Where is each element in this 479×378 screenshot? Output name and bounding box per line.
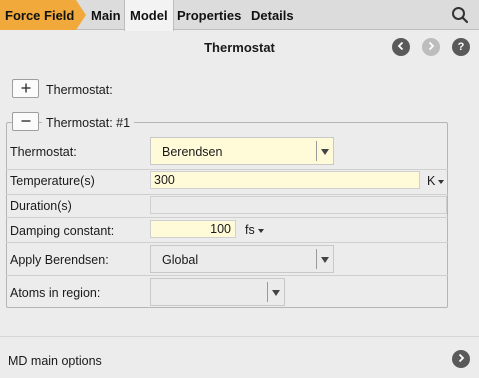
md-main-options-label: MD main options [8, 354, 102, 368]
add-thermostat-button[interactable] [12, 79, 39, 98]
chevron-right-icon [426, 40, 436, 54]
chevron-left-icon [396, 40, 406, 54]
damping-unit: fs [245, 223, 255, 237]
divider [6, 242, 448, 243]
atoms-in-region-select[interactable] [150, 278, 285, 306]
back-button[interactable] [392, 38, 410, 56]
add-thermostat-label: Thermostat: [46, 83, 113, 97]
search-icon[interactable] [451, 6, 469, 24]
thermostat-type-label: Thermostat: [10, 145, 77, 159]
temperature-unit-select[interactable]: K [427, 174, 445, 188]
top-tab-bar: Force Field Main Model Properties Detail… [0, 0, 479, 31]
thermostat-type-select[interactable]: Berendsen [150, 137, 334, 165]
chevron-down-icon [272, 290, 280, 296]
chevron-right-icon [456, 352, 466, 366]
question-icon: ? [456, 40, 466, 55]
apply-berendsen-label: Apply Berendsen: [10, 253, 109, 267]
thermostat-group-title: Thermostat: #1 [42, 116, 135, 130]
divider [6, 169, 448, 170]
tab-force-field[interactable]: Force Field [0, 0, 86, 30]
thermostat-type-value: Berendsen [162, 145, 223, 159]
chevron-down-icon [321, 149, 329, 155]
divider [6, 275, 448, 276]
chevron-down-icon [257, 228, 264, 233]
divider [0, 336, 479, 337]
svg-text:?: ? [458, 41, 465, 52]
duration-input[interactable] [150, 196, 447, 214]
tab-main[interactable]: Main [86, 0, 126, 30]
chevron-down-icon [321, 257, 329, 263]
atoms-in-region-label: Atoms in region: [10, 286, 101, 300]
md-main-options-button[interactable] [452, 350, 470, 368]
minus-icon [21, 114, 31, 129]
temperature-label: Temperature(s) [10, 174, 95, 188]
plus-icon [21, 81, 31, 96]
remove-thermostat-button[interactable] [12, 112, 39, 131]
damping-label: Damping constant: [10, 224, 115, 238]
apply-berendsen-select[interactable]: Global [150, 245, 334, 273]
divider [6, 217, 448, 218]
temperature-input[interactable]: 300 [150, 171, 420, 189]
chevron-down-icon [438, 179, 445, 184]
forward-button[interactable] [422, 38, 440, 56]
damping-unit-select[interactable]: fs [245, 223, 264, 237]
damping-input[interactable]: 100 [150, 220, 236, 238]
apply-berendsen-value: Global [162, 253, 199, 267]
tab-model[interactable]: Model [124, 0, 174, 31]
duration-label: Duration(s) [10, 199, 72, 213]
tab-properties[interactable]: Properties [172, 0, 246, 30]
help-button[interactable]: ? [452, 38, 470, 56]
temperature-unit: K [427, 174, 436, 188]
divider [6, 194, 448, 195]
tab-details[interactable]: Details [246, 0, 299, 30]
